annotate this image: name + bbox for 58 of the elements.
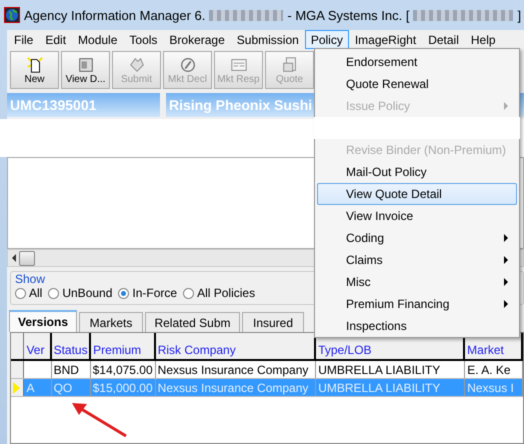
menu-item[interactable]: Claims <box>317 249 517 271</box>
circle-icon <box>178 56 196 74</box>
radio-label[interactable]: In-Force <box>132 286 178 300</box>
tab[interactable]: Markets <box>79 312 143 332</box>
table-cell: Nexsus I <box>465 379 523 396</box>
window-title: - MGA Systems Inc. [ <box>287 8 410 22</box>
window-title: ] <box>517 8 522 22</box>
menu-item[interactable]: Mail-Out Policy <box>317 161 517 183</box>
hands-icon <box>128 56 146 74</box>
policy-number: UMC1395001 <box>7 93 160 117</box>
globe-icon <box>4 7 20 23</box>
menu-item[interactable]: Edit <box>39 30 72 49</box>
table-cell: BND <box>52 361 92 378</box>
table-cell: UMBRELLA LIABILITY <box>316 379 466 396</box>
radio-button[interactable] <box>48 288 60 298</box>
tab[interactable]: Related Subm <box>145 312 240 332</box>
radio-button[interactable] <box>15 288 26 298</box>
menu-item[interactable]: Policy <box>304 30 349 49</box>
radio-button[interactable] <box>118 288 130 298</box>
menu-item[interactable]: Misc <box>317 271 517 293</box>
table-cell: QO <box>52 379 92 396</box>
menu-item[interactable]: Tools <box>123 30 164 49</box>
menu-item[interactable]: Submission <box>230 30 305 49</box>
radio-label[interactable]: UnBound <box>62 286 112 300</box>
menu-item[interactable]: Endorsement <box>317 51 517 73</box>
new-page-icon <box>26 56 44 74</box>
group-label: Show <box>15 272 46 286</box>
radio-label[interactable]: All Policies <box>197 286 256 300</box>
column-header[interactable]: Ver <box>24 333 52 359</box>
menu-item[interactable]: Module <box>72 30 124 49</box>
radio-label[interactable]: All <box>29 286 42 300</box>
table-cell: A <box>24 379 52 396</box>
column-header[interactable]: Status <box>52 333 92 359</box>
tab[interactable]: Versions <box>9 310 77 332</box>
document-icon <box>280 56 298 74</box>
menu-item[interactable]: Detail <box>422 30 465 49</box>
table-cell: UMBRELLA LIABILITY <box>316 361 466 378</box>
table-cell: Nexsus Insurance Company <box>156 379 316 396</box>
menu-item[interactable]: Help <box>464 30 502 49</box>
menu-item[interactable]: Premium Financing <box>317 293 517 315</box>
column-header[interactable]: Premium <box>91 333 156 359</box>
window-icon <box>76 56 94 74</box>
menu-item[interactable]: ImageRight <box>348 30 422 49</box>
radio-button[interactable] <box>183 288 194 298</box>
menu-item[interactable]: Coding <box>317 227 517 249</box>
menu-item[interactable]: View Quote Detail <box>317 183 517 205</box>
toolbar-button[interactable]: View D... <box>61 51 110 89</box>
table-cell: $15,000.00 <box>91 379 156 396</box>
table-cell: $14,075.00 <box>91 361 156 378</box>
tab[interactable]: Insured <box>242 312 304 332</box>
menu-item[interactable]: Brokerage <box>163 30 231 49</box>
table-cell: E. A. Ke <box>465 361 523 378</box>
menu-item[interactable]: View Invoice <box>317 205 517 227</box>
menu-item[interactable]: File <box>8 30 40 49</box>
menu-item[interactable]: Quote Renewal <box>317 73 517 95</box>
table-cell: Nexsus Insurance Company <box>156 361 316 378</box>
toolbar-button[interactable]: New <box>10 51 59 89</box>
window-title: Agency Information Manager 6. <box>24 8 206 22</box>
